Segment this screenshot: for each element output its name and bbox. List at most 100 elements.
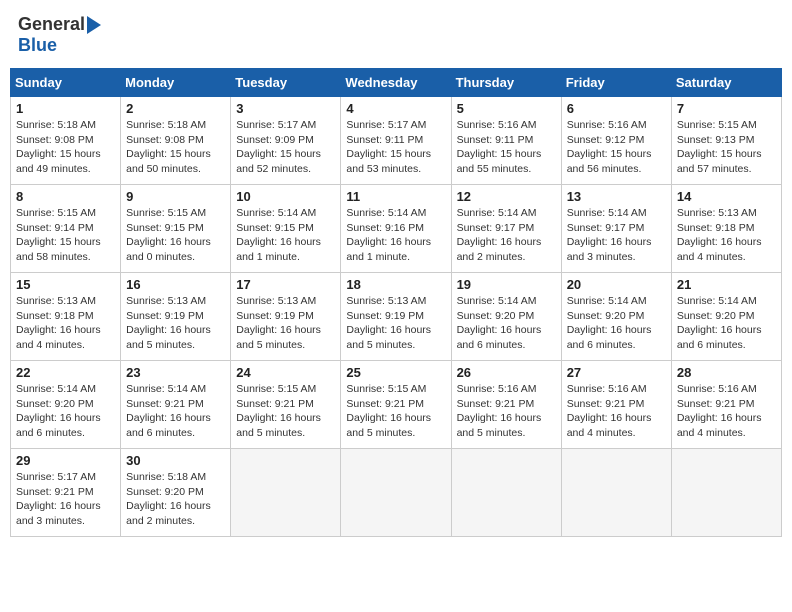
day-number: 10 — [236, 189, 335, 204]
page-header: General Blue — [10, 10, 782, 60]
cell-info: Sunrise: 5:15 AMSunset: 9:21 PMDaylight:… — [346, 383, 431, 439]
logo-general-text: General — [18, 14, 85, 35]
calendar-cell: 24 Sunrise: 5:15 AMSunset: 9:21 PMDayligh… — [231, 361, 341, 449]
day-number: 15 — [16, 277, 115, 292]
cell-info: Sunrise: 5:16 AMSunset: 9:21 PMDaylight:… — [457, 383, 542, 439]
header-friday: Friday — [561, 69, 671, 97]
calendar-week-row: 1 Sunrise: 5:18 AMSunset: 9:08 PMDaylight… — [11, 97, 782, 185]
calendar-cell: 11 Sunrise: 5:14 AMSunset: 9:16 PMDayligh… — [341, 185, 451, 273]
cell-info: Sunrise: 5:14 AMSunset: 9:16 PMDaylight:… — [346, 207, 431, 263]
calendar-cell: 12 Sunrise: 5:14 AMSunset: 9:17 PMDayligh… — [451, 185, 561, 273]
cell-info: Sunrise: 5:15 AMSunset: 9:21 PMDaylight:… — [236, 383, 321, 439]
cell-info: Sunrise: 5:17 AMSunset: 9:11 PMDaylight:… — [346, 119, 431, 175]
calendar-cell — [451, 449, 561, 537]
calendar-week-row: 8 Sunrise: 5:15 AMSunset: 9:14 PMDaylight… — [11, 185, 782, 273]
cell-info: Sunrise: 5:16 AMSunset: 9:11 PMDaylight:… — [457, 119, 542, 175]
calendar-cell: 18 Sunrise: 5:13 AMSunset: 9:19 PMDayligh… — [341, 273, 451, 361]
header-sunday: Sunday — [11, 69, 121, 97]
calendar-week-row: 15 Sunrise: 5:13 AMSunset: 9:18 PMDayligh… — [11, 273, 782, 361]
calendar-cell: 10 Sunrise: 5:14 AMSunset: 9:15 PMDayligh… — [231, 185, 341, 273]
calendar-cell: 8 Sunrise: 5:15 AMSunset: 9:14 PMDaylight… — [11, 185, 121, 273]
cell-info: Sunrise: 5:14 AMSunset: 9:21 PMDaylight:… — [126, 383, 211, 439]
calendar-cell: 16 Sunrise: 5:13 AMSunset: 9:19 PMDayligh… — [121, 273, 231, 361]
calendar-cell — [231, 449, 341, 537]
day-number: 25 — [346, 365, 445, 380]
day-number: 19 — [457, 277, 556, 292]
cell-info: Sunrise: 5:17 AMSunset: 9:21 PMDaylight:… — [16, 471, 101, 527]
header-monday: Monday — [121, 69, 231, 97]
day-number: 8 — [16, 189, 115, 204]
calendar-cell: 21 Sunrise: 5:14 AMSunset: 9:20 PMDayligh… — [671, 273, 781, 361]
calendar-cell: 14 Sunrise: 5:13 AMSunset: 9:18 PMDayligh… — [671, 185, 781, 273]
calendar-cell: 19Sunrise: 5:14 AMSunset: 9:20 PMDayligh… — [451, 273, 561, 361]
cell-info: Sunrise: 5:16 AMSunset: 9:21 PMDaylight:… — [677, 383, 762, 439]
calendar-cell: 7 Sunrise: 5:15 AMSunset: 9:13 PMDaylight… — [671, 97, 781, 185]
calendar-cell: 15 Sunrise: 5:13 AMSunset: 9:18 PMDayligh… — [11, 273, 121, 361]
calendar-cell: 5 Sunrise: 5:16 AMSunset: 9:11 PMDaylight… — [451, 97, 561, 185]
day-number: 9 — [126, 189, 225, 204]
cell-info: Sunrise: 5:17 AMSunset: 9:09 PMDaylight:… — [236, 119, 321, 175]
day-number: 4 — [346, 101, 445, 116]
calendar-week-row: 29 Sunrise: 5:17 AMSunset: 9:21 PMDayligh… — [11, 449, 782, 537]
calendar-cell: 6Sunrise: 5:16 AMSunset: 9:12 PMDaylight… — [561, 97, 671, 185]
cell-info: Sunrise: 5:18 AMSunset: 9:08 PMDaylight:… — [126, 119, 211, 175]
day-number: 24 — [236, 365, 335, 380]
cell-info: Sunrise: 5:13 AMSunset: 9:19 PMDaylight:… — [126, 295, 211, 351]
day-number: 1 — [16, 101, 115, 116]
day-number: 30 — [126, 453, 225, 468]
logo-blue-text: Blue — [18, 35, 57, 55]
day-number: 2 — [126, 101, 225, 116]
day-number: 21 — [677, 277, 776, 292]
header-thursday: Thursday — [451, 69, 561, 97]
calendar-cell: 29 Sunrise: 5:17 AMSunset: 9:21 PMDayligh… — [11, 449, 121, 537]
calendar-cell: 3 Sunrise: 5:17 AMSunset: 9:09 PMDaylight… — [231, 97, 341, 185]
calendar-cell — [341, 449, 451, 537]
calendar-cell: 17 Sunrise: 5:13 AMSunset: 9:19 PMDayligh… — [231, 273, 341, 361]
calendar-cell: 23Sunrise: 5:14 AMSunset: 9:21 PMDayligh… — [121, 361, 231, 449]
cell-info: Sunrise: 5:14 AMSunset: 9:20 PMDaylight:… — [677, 295, 762, 351]
cell-info: Sunrise: 5:16 AMSunset: 9:21 PMDaylight:… — [567, 383, 652, 439]
day-number: 17 — [236, 277, 335, 292]
cell-info: Sunrise: 5:18 AMSunset: 9:20 PMDaylight:… — [126, 471, 211, 527]
day-number: 7 — [677, 101, 776, 116]
cell-info: Sunrise: 5:13 AMSunset: 9:18 PMDaylight:… — [16, 295, 101, 351]
day-number: 16 — [126, 277, 225, 292]
cell-info: Sunrise: 5:13 AMSunset: 9:19 PMDaylight:… — [346, 295, 431, 351]
day-number: 14 — [677, 189, 776, 204]
cell-info: Sunrise: 5:14 AMSunset: 9:17 PMDaylight:… — [567, 207, 652, 263]
calendar-week-row: 22Sunrise: 5:14 AMSunset: 9:20 PMDayligh… — [11, 361, 782, 449]
day-number: 28 — [677, 365, 776, 380]
calendar-header-row: SundayMondayTuesdayWednesdayThursdayFrid… — [11, 69, 782, 97]
calendar-cell: 27 Sunrise: 5:16 AMSunset: 9:21 PMDayligh… — [561, 361, 671, 449]
calendar-cell: 4 Sunrise: 5:17 AMSunset: 9:11 PMDaylight… — [341, 97, 451, 185]
day-number: 27 — [567, 365, 666, 380]
day-number: 20 — [567, 277, 666, 292]
calendar-cell: 20 Sunrise: 5:14 AMSunset: 9:20 PMDayligh… — [561, 273, 671, 361]
day-number: 3 — [236, 101, 335, 116]
calendar-cell: 9Sunrise: 5:15 AMSunset: 9:15 PMDaylight… — [121, 185, 231, 273]
calendar-cell — [671, 449, 781, 537]
cell-info: Sunrise: 5:14 AMSunset: 9:15 PMDaylight:… — [236, 207, 321, 263]
calendar-cell — [561, 449, 671, 537]
calendar-cell: 13Sunrise: 5:14 AMSunset: 9:17 PMDayligh… — [561, 185, 671, 273]
cell-info: Sunrise: 5:14 AMSunset: 9:20 PMDaylight:… — [567, 295, 652, 351]
logo: General Blue — [18, 14, 103, 56]
calendar-cell: 28 Sunrise: 5:16 AMSunset: 9:21 PMDayligh… — [671, 361, 781, 449]
cell-info: Sunrise: 5:13 AMSunset: 9:19 PMDaylight:… — [236, 295, 321, 351]
day-number: 22 — [16, 365, 115, 380]
cell-info: Sunrise: 5:14 AMSunset: 9:17 PMDaylight:… — [457, 207, 542, 263]
day-number: 12 — [457, 189, 556, 204]
cell-info: Sunrise: 5:13 AMSunset: 9:18 PMDaylight:… — [677, 207, 762, 263]
calendar-cell: 2 Sunrise: 5:18 AMSunset: 9:08 PMDaylight… — [121, 97, 231, 185]
logo-arrow-icon — [87, 16, 101, 34]
calendar-table: SundayMondayTuesdayWednesdayThursdayFrid… — [10, 68, 782, 537]
header-wednesday: Wednesday — [341, 69, 451, 97]
day-number: 29 — [16, 453, 115, 468]
cell-info: Sunrise: 5:16 AMSunset: 9:12 PMDaylight:… — [567, 119, 652, 175]
day-number: 5 — [457, 101, 556, 116]
day-number: 18 — [346, 277, 445, 292]
cell-info: Sunrise: 5:15 AMSunset: 9:14 PMDaylight:… — [16, 207, 101, 263]
header-tuesday: Tuesday — [231, 69, 341, 97]
cell-info: Sunrise: 5:15 AMSunset: 9:13 PMDaylight:… — [677, 119, 762, 175]
day-number: 11 — [346, 189, 445, 204]
